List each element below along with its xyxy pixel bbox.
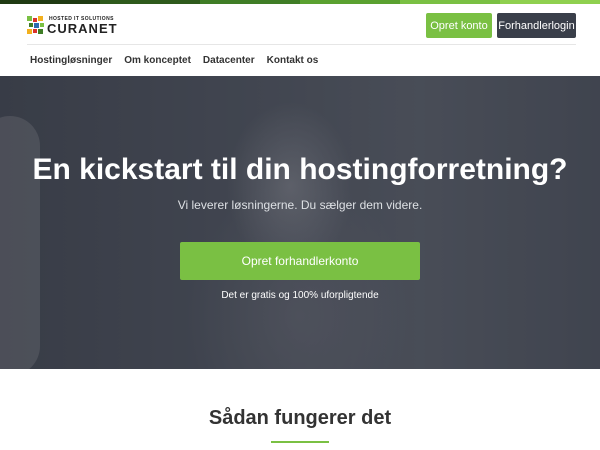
curanet-logo-mark-icon — [27, 16, 44, 34]
create-reseller-account-button[interactable]: Opret forhandlerkonto — [180, 242, 420, 280]
logo-name: CURANET — [47, 21, 118, 36]
main-nav: Hostingløsninger Om konceptet Datacenter… — [30, 54, 330, 70]
how-it-works-underline — [271, 441, 329, 443]
header-divider — [27, 44, 576, 45]
hero-section — [0, 76, 600, 369]
site-header: HOSTED IT SOLUTIONS CURANET Opret konto … — [0, 4, 600, 44]
signup-button[interactable]: Opret konto — [426, 13, 492, 38]
curanet-logo[interactable]: HOSTED IT SOLUTIONS CURANET — [27, 15, 127, 37]
how-it-works-title: Sådan fungerer det — [208, 407, 392, 429]
hero-overlay — [0, 76, 600, 369]
nav-item-hostingloesninger[interactable]: Hostingløsninger — [30, 54, 112, 70]
hero-note: Det er gratis og 100% uforpligtende — [221, 290, 379, 301]
hero-title: En kickstart til din hostingforretning? — [32, 153, 568, 186]
hero-subtitle: Vi leverer løsningerne. Du sælger dem vi… — [177, 198, 423, 212]
nav-item-kontakt-os[interactable]: Kontakt os — [267, 54, 319, 70]
nav-item-om-konceptet[interactable]: Om konceptet — [124, 54, 191, 70]
reseller-login-button[interactable]: Forhandlerlogin — [497, 13, 576, 38]
nav-item-datacenter[interactable]: Datacenter — [203, 54, 255, 70]
